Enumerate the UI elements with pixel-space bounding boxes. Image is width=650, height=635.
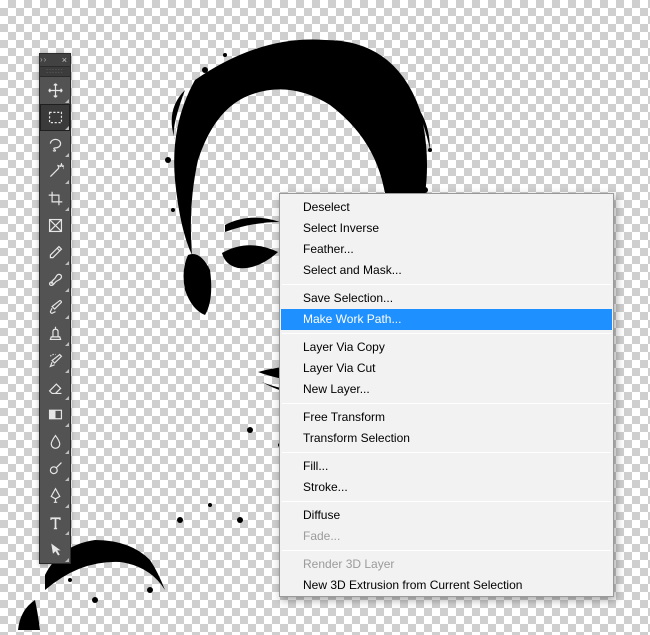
crop-tool[interactable]	[40, 185, 70, 212]
brush-tool[interactable]	[40, 293, 70, 320]
menu-item-transform-selection[interactable]: Transform Selection	[281, 428, 612, 449]
panel-close-icon[interactable]: ×	[62, 55, 67, 65]
menu-item-layer-via-copy[interactable]: Layer Via Copy	[281, 337, 612, 358]
rectangular-marquee-tool[interactable]	[40, 104, 70, 131]
flyout-indicator-icon	[65, 558, 69, 562]
menu-item-new-3d-extrusion-from-current-selection[interactable]: New 3D Extrusion from Current Selection	[281, 575, 612, 596]
menu-item-render-3d-layer: Render 3D Layer	[281, 554, 612, 575]
frame-tool[interactable]	[40, 212, 70, 239]
flyout-indicator-icon	[65, 342, 69, 346]
menu-separator	[282, 452, 611, 453]
menu-item-fill[interactable]: Fill...	[281, 456, 612, 477]
type-tool[interactable]	[40, 509, 70, 536]
dodge-tool[interactable]	[40, 455, 70, 482]
path-selection-tool[interactable]	[40, 536, 70, 563]
tools-panel-header[interactable]: ›› ×	[40, 54, 70, 67]
flyout-indicator-icon	[65, 477, 69, 481]
selection-context-menu: DeselectSelect InverseFeather...Select a…	[279, 193, 614, 597]
pen-tool[interactable]	[40, 482, 70, 509]
flyout-indicator-icon	[65, 531, 69, 535]
flyout-indicator-icon	[65, 369, 69, 373]
flyout-indicator-icon	[65, 450, 69, 454]
menu-item-select-inverse[interactable]: Select Inverse	[281, 218, 612, 239]
flyout-indicator-icon	[65, 423, 69, 427]
flyout-indicator-icon	[65, 99, 69, 103]
flyout-indicator-icon	[65, 180, 69, 184]
menu-separator	[282, 403, 611, 404]
menu-separator	[282, 333, 611, 334]
move-tool[interactable]	[40, 77, 70, 104]
flyout-indicator-icon	[65, 288, 69, 292]
menu-item-save-selection[interactable]: Save Selection...	[281, 288, 612, 309]
eyedropper-tool[interactable]	[40, 239, 70, 266]
flyout-indicator-icon	[65, 153, 69, 157]
gradient-tool[interactable]	[40, 401, 70, 428]
history-brush-tool[interactable]	[40, 347, 70, 374]
magic-wand-tool[interactable]	[40, 158, 70, 185]
flyout-indicator-icon	[65, 315, 69, 319]
menu-item-make-work-path[interactable]: Make Work Path...	[281, 309, 612, 330]
menu-item-free-transform[interactable]: Free Transform	[281, 407, 612, 428]
menu-item-layer-via-cut[interactable]: Layer Via Cut	[281, 358, 612, 379]
menu-item-fade: Fade...	[281, 526, 612, 547]
lasso-tool[interactable]	[40, 131, 70, 158]
menu-item-feather[interactable]: Feather...	[281, 239, 612, 260]
spot-healing-brush-tool[interactable]	[40, 266, 70, 293]
tools-panel-grip[interactable]: ::::::	[40, 67, 70, 77]
menu-separator	[282, 284, 611, 285]
menu-separator	[282, 501, 611, 502]
menu-item-deselect[interactable]: Deselect	[281, 197, 612, 218]
menu-item-select-and-mask[interactable]: Select and Mask...	[281, 260, 612, 281]
menu-item-new-layer[interactable]: New Layer...	[281, 379, 612, 400]
tools-panel: ›› × ::::::	[39, 53, 71, 564]
flyout-indicator-icon	[65, 504, 69, 508]
flyout-indicator-icon	[65, 126, 69, 130]
blur-tool[interactable]	[40, 428, 70, 455]
panel-expand-icon[interactable]: ››	[40, 56, 47, 64]
flyout-indicator-icon	[65, 207, 69, 211]
menu-item-diffuse[interactable]: Diffuse	[281, 505, 612, 526]
menu-item-stroke[interactable]: Stroke...	[281, 477, 612, 498]
clone-stamp-tool[interactable]	[40, 320, 70, 347]
flyout-indicator-icon	[65, 396, 69, 400]
eraser-tool[interactable]	[40, 374, 70, 401]
flyout-indicator-icon	[65, 261, 69, 265]
menu-separator	[282, 550, 611, 551]
